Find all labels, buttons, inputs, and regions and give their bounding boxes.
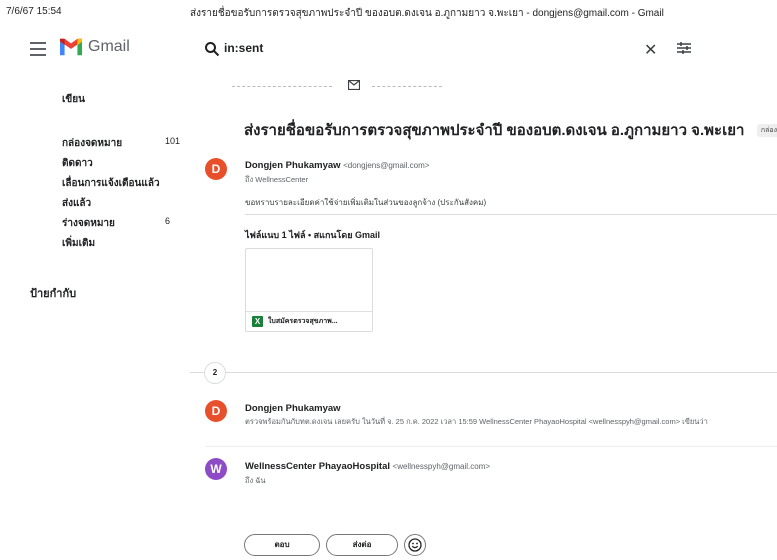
attachments-title: ไฟล์แนบ 1 ไฟล์ • สแกนโดย Gmail bbox=[245, 230, 381, 240]
recipient-line[interactable]: ถึง WellnessCenter bbox=[245, 174, 308, 186]
sidebar-item-count: 101 bbox=[165, 136, 181, 146]
attachment-footer: X ใบสมัครตรวจสุขภาพ... bbox=[246, 311, 372, 331]
forward-button[interactable]: ส่งต่อ bbox=[326, 534, 398, 556]
message-body: ขอทราบรายละเอียดค่าใช้จ่ายเพิ่มเติมในส่ว… bbox=[245, 198, 487, 207]
sender-email: <dongjens@gmail.com> bbox=[343, 161, 430, 170]
reply-button[interactable]: ตอบ bbox=[244, 534, 320, 556]
emoji-reaction-button[interactable] bbox=[404, 534, 426, 556]
mark-unread-icon[interactable] bbox=[348, 80, 360, 90]
sidebar-item-count: 6 bbox=[165, 216, 171, 226]
gmail-wordmark: Gmail bbox=[88, 38, 130, 55]
sidebar-item-label: กล่องจดหมาย bbox=[62, 138, 123, 149]
search-icon[interactable] bbox=[204, 41, 220, 57]
nav-list: กล่องจดหมาย 101 ติดดาว เลื่อนการแจ้งเตือ… bbox=[0, 132, 190, 252]
toolbar-divider bbox=[232, 86, 332, 87]
toolbar-divider bbox=[372, 86, 442, 87]
sender-line: Dongjen Phukamyaw <dongjens@gmail.com> bbox=[245, 160, 429, 171]
avatar: W bbox=[205, 458, 227, 480]
inbox-label-chip[interactable]: กล่องจดหมาย × bbox=[756, 123, 777, 137]
print-title: ส่งรายชื่อขอรับการตรวจสุขภาพประจำปี ของอ… bbox=[190, 8, 664, 19]
recipient-line: ถึง ฉัน bbox=[245, 476, 266, 485]
sender-name[interactable]: Dongjen Phukamyaw bbox=[245, 160, 341, 171]
sidebar-item-inbox[interactable]: กล่องจดหมาย 101 bbox=[0, 132, 190, 152]
sender-line: WellnessCenter PhayaoHospital <wellnessp… bbox=[245, 461, 490, 472]
search-options-icon[interactable] bbox=[676, 41, 692, 55]
avatar[interactable]: D bbox=[205, 158, 227, 180]
gmail-logo[interactable]: Gmail bbox=[60, 38, 130, 56]
excel-file-icon: X bbox=[252, 316, 263, 327]
sidebar-item-label: เลื่อนการแจ้งเตือนแล้ว bbox=[62, 178, 160, 189]
message-collapsed[interactable]: W WellnessCenter PhayaoHospital <wellnes… bbox=[205, 458, 777, 498]
sidebar-item-more[interactable]: เพิ่มเติม bbox=[0, 232, 190, 252]
sidebar-item-label: ติดดาว bbox=[62, 158, 93, 169]
sidebar-item-sent[interactable]: ส่งแล้ว bbox=[0, 192, 190, 212]
attachment-card[interactable]: X ใบสมัครตรวจสุขภาพ... bbox=[245, 248, 373, 332]
sidebar-item-label: เพิ่มเติม bbox=[62, 238, 96, 249]
divider bbox=[205, 446, 777, 447]
top-bar: Gmail in:sent ✕ bbox=[0, 30, 777, 70]
collapsed-messages-button[interactable]: 2 bbox=[204, 362, 226, 384]
attachment-name: ใบสมัครตรวจสุขภาพ... bbox=[268, 318, 338, 325]
gmail-m-icon bbox=[60, 38, 82, 56]
main-menu-icon[interactable] bbox=[30, 42, 46, 56]
smiley-icon bbox=[408, 538, 422, 552]
collapsed-divider bbox=[190, 372, 777, 373]
message-snippet: ตรวจพร้อมกันกับทต.ดงเจน เลยครับ ในวันที่… bbox=[245, 417, 708, 426]
sidebar-item-starred[interactable]: ติดดาว bbox=[0, 152, 190, 172]
compose-button[interactable]: เขียน bbox=[62, 92, 85, 107]
labels-heading: ป้ายกำกับ bbox=[30, 288, 77, 300]
sidebar-item-drafts[interactable]: ร่างจดหมาย 6 bbox=[0, 212, 190, 232]
sender-line: Dongjen Phukamyaw bbox=[245, 403, 341, 414]
clear-search-icon[interactable]: ✕ bbox=[644, 40, 657, 60]
divider bbox=[245, 214, 777, 215]
sender-name: Dongjen Phukamyaw bbox=[245, 403, 341, 414]
sender-name: WellnessCenter PhayaoHospital bbox=[245, 461, 391, 472]
search-input[interactable]: in:sent bbox=[224, 41, 263, 55]
print-header: 7/6/67 15:54 ส่งรายชื่อขอรับการตรวจสุขภา… bbox=[0, 0, 777, 22]
sidebar-item-label: ส่งแล้ว bbox=[62, 198, 92, 209]
sidebar-item-label: ร่างจดหมาย bbox=[62, 218, 115, 229]
thread-subject: ส่งรายชื่อขอรับการตรวจสุขภาพประจำปี ของอ… bbox=[244, 122, 745, 139]
message-collapsed[interactable]: D Dongjen Phukamyaw ตรวจพร้อมกันกับทต.ดง… bbox=[205, 400, 777, 440]
print-date: 7/6/67 15:54 bbox=[6, 6, 62, 17]
sender-email: <wellnesspyh@gmail.com> bbox=[392, 462, 491, 471]
thread-toolbar bbox=[232, 78, 442, 94]
avatar: D bbox=[205, 400, 227, 422]
thread-subject-row: ส่งรายชื่อขอรับการตรวจสุขภาพประจำปี ของอ… bbox=[244, 118, 777, 142]
sidebar-item-snoozed[interactable]: เลื่อนการแจ้งเตือนแล้ว bbox=[0, 172, 190, 192]
